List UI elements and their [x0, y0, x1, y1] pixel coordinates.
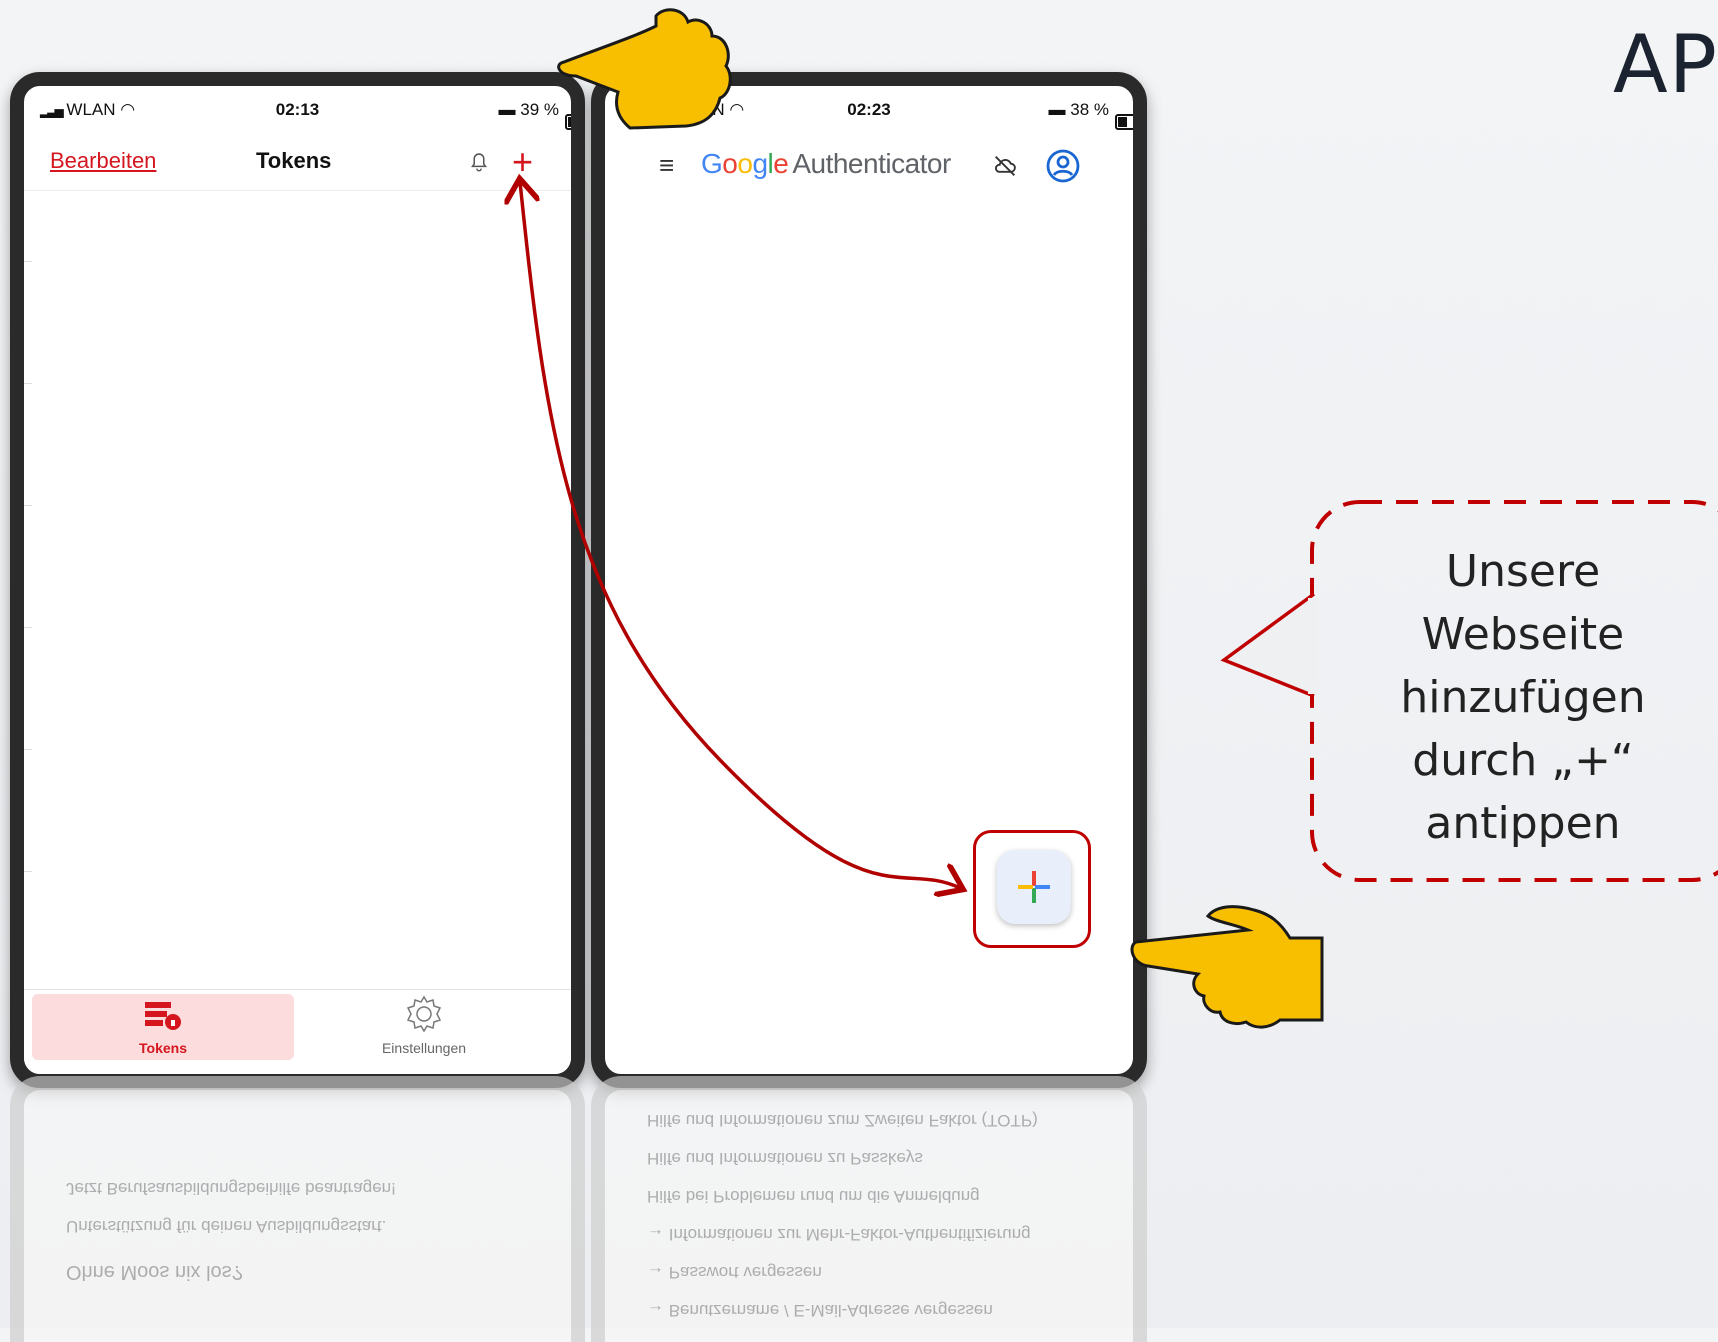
pointing-hand-icon [557, 8, 732, 130]
callout-line: Unsere [1445, 546, 1601, 597]
callout-line: hinzufügen [1400, 672, 1646, 723]
connector-arrow [520, 182, 960, 888]
pointing-hand-icon [1130, 905, 1324, 1029]
callout-line: antippen [1425, 798, 1621, 849]
callout-text: Unsere Webseite hinzufügen durch „+“ ant… [1318, 540, 1718, 855]
callout-line: durch „+“ [1412, 735, 1634, 786]
callout-line: Webseite [1421, 609, 1625, 660]
